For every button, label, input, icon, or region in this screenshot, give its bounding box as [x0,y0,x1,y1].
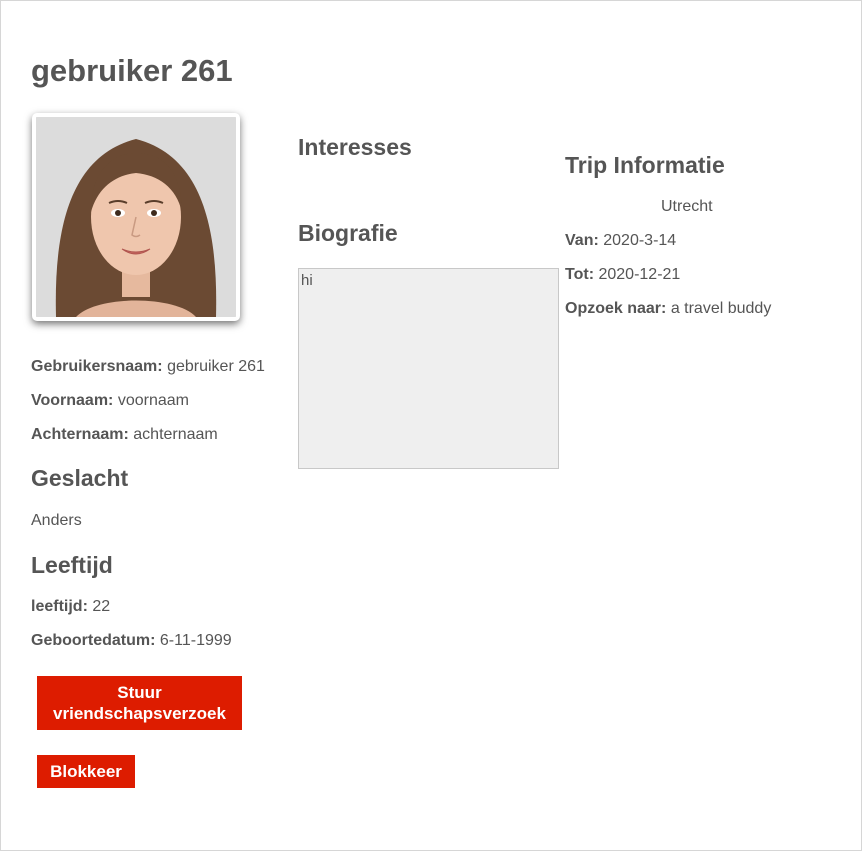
username-value: gebruiker 261 [167,358,265,375]
lastname-label: Achternaam: [31,426,129,443]
age-heading: Leeftijd [31,552,113,578]
age-label: leeftijd: [31,598,88,615]
trip-to-value: 2020-12-21 [598,266,681,283]
birthdate-line: Geboortedatum: 6-11-1999 [31,632,232,650]
username-label: Gebruikersnaam: [31,358,163,375]
trip-seeking-line: Opzoek naar: a travel buddy [565,300,771,318]
trip-seeking-value: a travel buddy [670,300,772,317]
lastname-value: achternaam [133,426,218,443]
birthdate-label: Geboortedatum: [31,632,156,649]
gender-value: Anders [31,512,82,529]
block-button[interactable]: Blokkeer [37,755,135,788]
firstname-line: Voornaam: voornaam [31,392,189,410]
trip-seeking-label: Opzoek naar: [565,300,667,317]
profile-page: gebruiker 261 Gebruikersnaam: gebruiker … [0,0,862,851]
firstname-label: Voornaam: [31,392,114,409]
trip-city: Utrecht [661,198,713,215]
page-title: gebruiker 261 [31,53,233,88]
trip-from-label: Van: [565,232,599,249]
lastname-line: Achternaam: achternaam [31,426,218,444]
age-line: leeftijd: 22 [31,598,110,616]
avatar [32,113,240,321]
interests-heading: Interesses [298,134,412,160]
firstname-value: voornaam [117,392,189,409]
avatar-photo-icon [36,117,236,317]
trip-to-label: Tot: [565,266,595,283]
friend-request-button[interactable]: Stuur vriendschapsverzoek [37,676,242,730]
trip-heading: Trip Informatie [565,152,725,178]
gender-heading: Geslacht [31,465,129,491]
username-line: Gebruikersnaam: gebruiker 261 [31,358,265,376]
trip-to-line: Tot: 2020-12-21 [565,266,680,284]
trip-from-line: Van: 2020-3-14 [565,232,676,250]
birthdate-value: 6-11-1999 [159,632,232,649]
bio-textbox[interactable]: hi [298,268,559,469]
trip-from-value: 2020-3-14 [603,232,677,249]
bio-heading: Biografie [298,220,398,246]
age-value: 22 [92,598,111,615]
